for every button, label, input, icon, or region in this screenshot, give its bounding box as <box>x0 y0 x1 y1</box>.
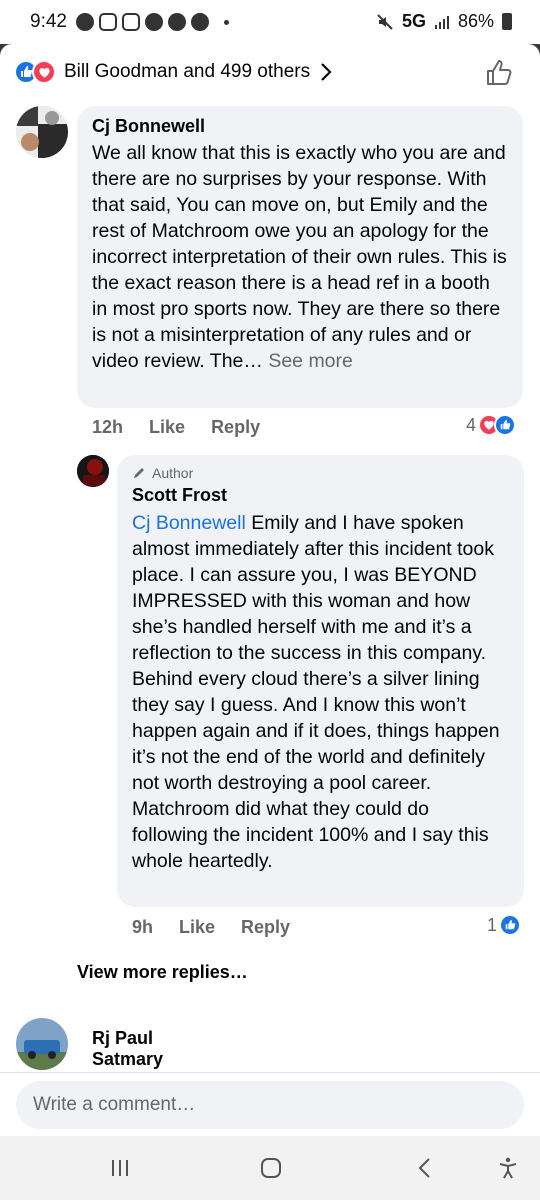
reply-bubble[interactable]: Author Scott Frost Cj Bonnewell Emily an… <box>117 455 524 907</box>
comment-author[interactable]: Rj Paul Satmary <box>92 1028 163 1070</box>
status-time: 9:42 <box>30 11 67 32</box>
battery-percent: 86% <box>457 11 494 31</box>
notification-icons <box>76 13 229 31</box>
chrome-notification-icon-2 <box>168 13 186 31</box>
reply-button[interactable]: Reply <box>241 917 290 938</box>
comment-author[interactable]: Cj Bonnewell <box>92 116 509 137</box>
status-right: 5G 86% <box>376 11 512 32</box>
avatar[interactable] <box>77 455 109 487</box>
messages-notification-icon <box>76 13 94 31</box>
reply-actions: 9h Like Reply <box>132 917 290 938</box>
signal-icon <box>434 15 449 29</box>
avatar[interactable] <box>16 106 68 158</box>
love-reaction-icon <box>32 60 56 84</box>
like-button[interactable]: Like <box>149 417 185 438</box>
home-icon[interactable] <box>259 1156 283 1180</box>
reaction-count: 1 <box>487 914 498 935</box>
pencil-icon <box>134 468 144 478</box>
mute-icon <box>377 13 393 30</box>
reply-body: Emily and I have spoken almost immediate… <box>132 512 500 872</box>
like-reaction-icon <box>494 414 517 436</box>
reply-button[interactable]: Reply <box>211 417 260 438</box>
author-badge: Author <box>132 465 510 481</box>
reply-text: Cj Bonnewell Emily and I have spoken alm… <box>132 510 510 874</box>
comment-actions: 12h Like Reply <box>92 417 260 438</box>
see-more-link[interactable]: See more <box>268 350 353 372</box>
comment-text: We all know that this is exactly who you… <box>92 140 509 374</box>
back-icon[interactable] <box>413 1156 437 1180</box>
battery-icon <box>502 13 512 30</box>
instagram-notification-icon <box>99 13 117 31</box>
composer-bar: Write a comment… <box>0 1072 540 1136</box>
chevron-right-icon <box>321 63 332 81</box>
instagram-notification-icon-2 <box>122 13 140 31</box>
chrome-notification-icon-3 <box>191 13 209 31</box>
network-label: 5G <box>401 11 426 31</box>
chrome-notification-icon <box>145 13 163 31</box>
recent-apps-icon[interactable] <box>108 1156 132 1180</box>
reply-time[interactable]: 9h <box>132 917 153 938</box>
comment-input[interactable]: Write a comment… <box>16 1081 524 1129</box>
comment-bubble[interactable]: Cj Bonnewell We all know that this is ex… <box>77 106 523 408</box>
accessibility-icon[interactable] <box>496 1156 520 1180</box>
comment-time[interactable]: 12h <box>92 417 123 438</box>
view-more-replies-link[interactable]: View more replies… <box>77 962 248 983</box>
like-button[interactable]: Like <box>179 917 215 938</box>
mention-link[interactable]: Cj Bonnewell <box>132 512 246 534</box>
like-post-button[interactable] <box>484 58 514 93</box>
status-bar: 9:42 5G 86% <box>0 0 540 44</box>
comment-reactions[interactable]: 4 <box>466 414 517 436</box>
reactions-summary[interactable]: Bill Goodman and 499 others <box>14 60 332 84</box>
comment-body: We all know that this is exactly who you… <box>92 142 507 372</box>
reply-reactions[interactable]: 1 <box>487 914 522 936</box>
thumbs-up-icon <box>487 60 512 85</box>
author-badge-label: Author <box>152 465 194 481</box>
reactors-text: Bill Goodman and 499 others <box>64 61 311 82</box>
comments-sheet: Bill Goodman and 499 others Cj Bonnewell… <box>0 44 540 1136</box>
system-nav-bar <box>0 1136 540 1200</box>
more-notifications-dot <box>224 19 229 25</box>
reply-author[interactable]: Scott Frost <box>132 485 510 506</box>
avatar[interactable] <box>16 1018 68 1070</box>
like-reaction-icon <box>499 914 522 936</box>
reaction-count: 4 <box>466 414 477 435</box>
